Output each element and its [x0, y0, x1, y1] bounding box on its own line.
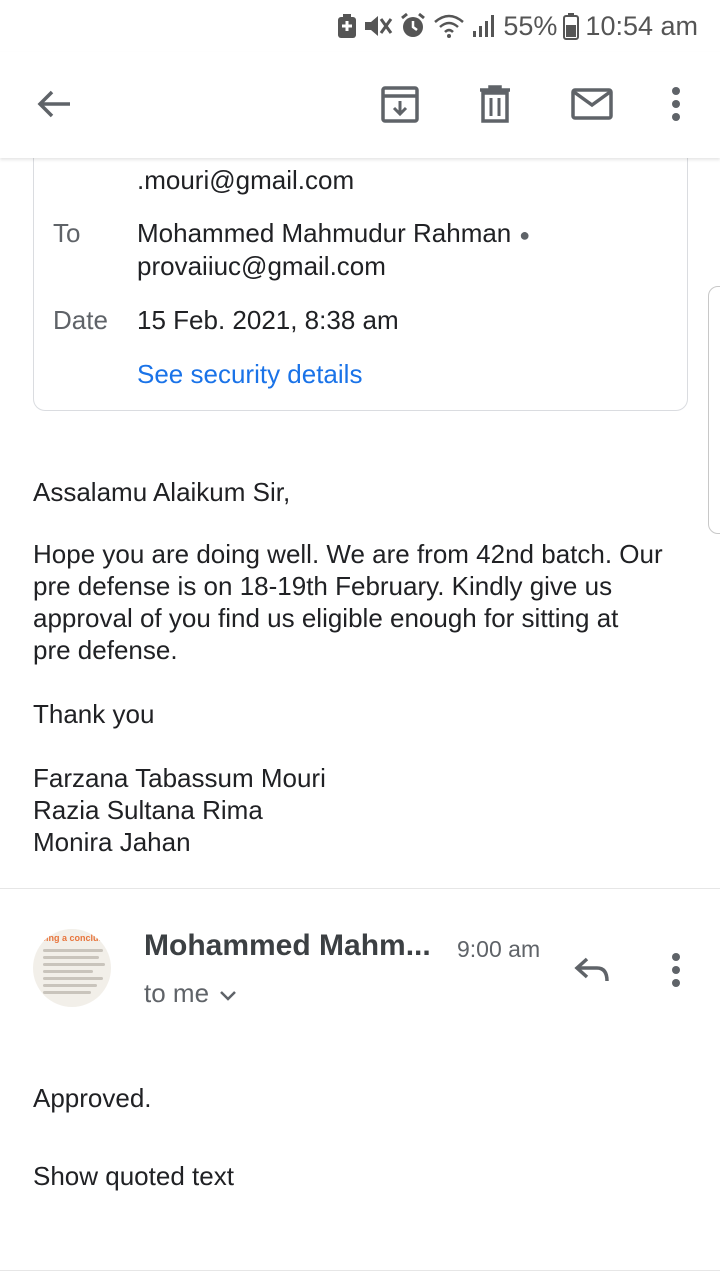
paragraph-line: Hope you are doing well. We are from 42n… — [33, 539, 663, 569]
wifi-icon — [433, 13, 465, 39]
from-email: .mouri@gmail.com — [137, 165, 355, 195]
delete-icon — [478, 84, 512, 128]
alarm-icon — [399, 12, 427, 40]
archive-button[interactable] — [376, 82, 424, 130]
bottom-divider — [0, 1270, 720, 1271]
sender-avatar[interactable]: sing a conclusi — [33, 929, 111, 1007]
message-greeting: Assalamu Alaikum Sir, — [33, 477, 291, 507]
to-name: Mohammed Mahmudur Rahman — [137, 218, 512, 248]
back-button[interactable] — [30, 82, 78, 130]
avatar-thumbnail-text: sing a conclusi — [41, 933, 107, 943]
mark-unread-icon — [571, 87, 613, 125]
message-paragraph: Hope you are doing well. We are from 42n… — [33, 538, 663, 666]
mark-unread-button[interactable] — [568, 82, 616, 130]
message-divider — [0, 888, 720, 889]
signature-line: Farzana Tabassum Mouri — [33, 763, 326, 793]
recipient-label: to me — [144, 978, 210, 1008]
message-thanks: Thank you — [33, 699, 155, 729]
date-label: Date — [53, 305, 108, 335]
battery-saver-icon — [337, 13, 357, 39]
status-time: 10:54 am — [585, 10, 698, 41]
date-value: 15 Feb. 2021, 8:38 am — [137, 305, 399, 335]
sender-name: Mohammed Mahm... — [144, 929, 431, 962]
toolbar — [0, 52, 720, 158]
battery-icon — [563, 12, 580, 40]
mute-icon — [363, 13, 393, 39]
signature-line: Razia Sultana Rima — [33, 795, 263, 825]
paragraph-line: pre defense is on 18-19th February. Kind… — [33, 571, 613, 601]
battery-percent: 55% — [503, 10, 558, 41]
show-quoted-text-link[interactable]: Show quoted text — [33, 1160, 234, 1192]
delete-button[interactable] — [471, 82, 519, 130]
to-recipient: Mohammed Mahmudur Rahman ● — [137, 217, 530, 252]
signature-line: Monira Jahan — [33, 827, 191, 857]
reply-button[interactable] — [568, 948, 616, 996]
security-details-link[interactable]: See security details — [137, 358, 362, 391]
message-time: 9:00 am — [457, 936, 541, 962]
status-bar: 55% 10:54 am — [0, 0, 720, 52]
separator-dot: ● — [519, 224, 531, 245]
back-arrow-icon — [36, 89, 72, 124]
reply-body: Approved. — [33, 1083, 152, 1113]
message-more-button[interactable] — [664, 952, 688, 992]
to-label: To — [53, 218, 81, 248]
more-options-button[interactable] — [652, 82, 700, 130]
signal-icon — [471, 13, 497, 39]
to-email: provaiiuc@gmail.com — [137, 251, 386, 281]
archive-icon — [381, 85, 419, 128]
message-signatures: Farzana Tabassum Mouri Razia Sultana Rim… — [33, 762, 326, 858]
edge-panel-handle[interactable] — [708, 286, 720, 534]
chevron-down-icon — [219, 978, 237, 1009]
recipient-toggle[interactable]: to me — [144, 978, 237, 1009]
paragraph-line: approval of you find us eligible enough … — [33, 603, 619, 633]
more-vert-icon — [670, 952, 682, 993]
more-vert-icon — [670, 86, 682, 127]
reply-icon — [573, 955, 611, 990]
paragraph-line: pre defense. — [33, 635, 178, 665]
